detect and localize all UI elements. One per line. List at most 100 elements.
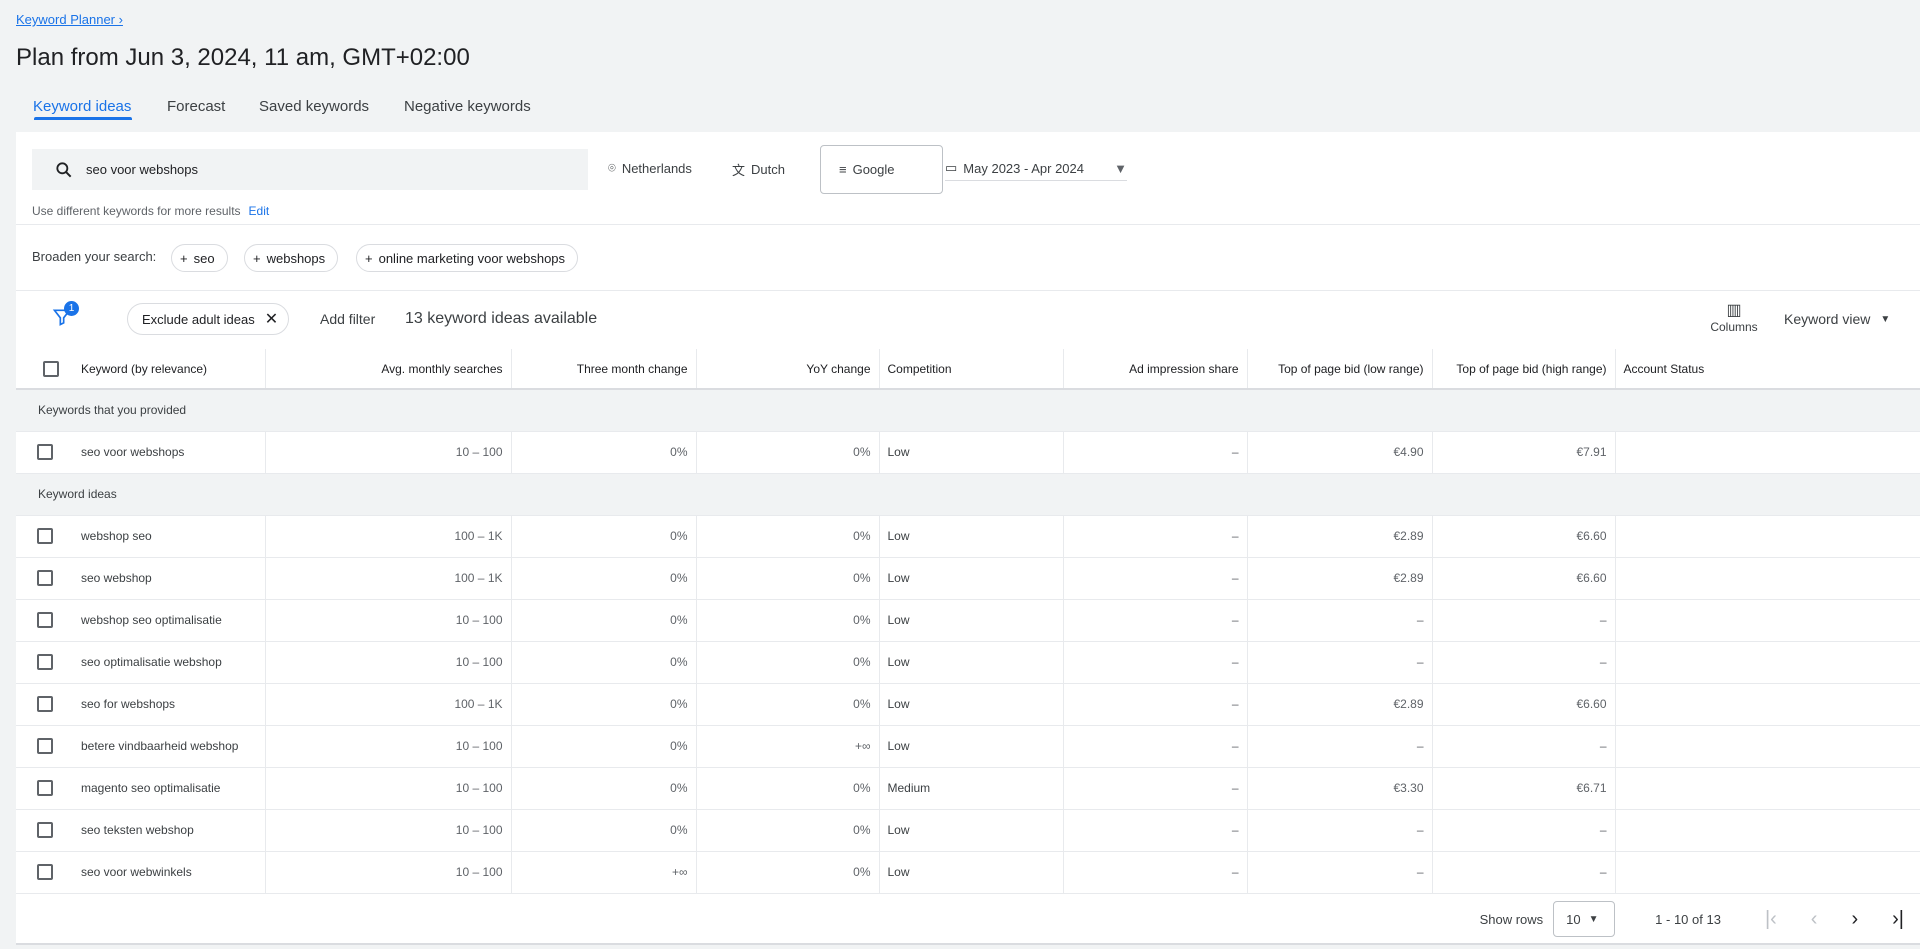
cell-three-month-change: 0% xyxy=(510,725,696,768)
cell-competition: Low xyxy=(878,557,1063,600)
table-row[interactable]: webshop seo 100 – 1K 0% 0% Low – €2.89 €6.60 xyxy=(16,515,1920,558)
next-page-icon[interactable]: › xyxy=(1851,908,1858,931)
col-ad-impression[interactable]: Ad impression share xyxy=(1062,349,1247,390)
dropdown-arrow-icon: ▼ xyxy=(1114,160,1127,176)
row-checkbox[interactable] xyxy=(16,767,73,810)
row-checkbox[interactable] xyxy=(16,809,73,852)
group-row: Keyword ideas xyxy=(16,473,1920,516)
cell-bid-low: – xyxy=(1246,809,1432,852)
broaden-chip[interactable]: + webshops xyxy=(244,244,339,272)
row-checkbox[interactable] xyxy=(16,431,73,474)
tab-keyword-ideas[interactable]: Keyword ideas xyxy=(33,98,131,115)
close-icon[interactable]: ✕ xyxy=(265,309,278,329)
cell-three-month-change: 0% xyxy=(510,683,696,726)
add-filter-button[interactable]: Add filter xyxy=(320,311,375,327)
col-account-status[interactable]: Account Status xyxy=(1614,349,1920,390)
plus-icon: + xyxy=(180,250,188,266)
cell-ad-impression-share: – xyxy=(1062,641,1247,684)
cell-bid-low: – xyxy=(1246,725,1432,768)
cell-three-month-change: 0% xyxy=(510,767,696,810)
hint-text: Use different keywords for more results xyxy=(32,204,241,218)
table-row[interactable]: betere vindbaarheid webshop 10 – 100 0% +∞ L… xyxy=(16,725,1920,768)
network-selector[interactable]: ≡ Google xyxy=(820,145,943,194)
show-rows-label: Show rows xyxy=(1479,911,1544,927)
cell-avg-searches: 100 – 1K xyxy=(264,557,511,600)
col-bid-high[interactable]: Top of page bid (high range) xyxy=(1431,349,1615,390)
broaden-chip[interactable]: + seo xyxy=(171,244,228,272)
plus-icon: + xyxy=(253,250,261,266)
table-row[interactable]: seo for webshops 100 – 1K 0% 0% Low – €2.89 €6.… xyxy=(16,683,1920,726)
exclude-adult-chip[interactable]: Exclude adult ideas ✕ xyxy=(127,303,290,335)
cell-avg-searches: 10 – 100 xyxy=(264,599,511,642)
row-checkbox[interactable] xyxy=(16,515,73,558)
language-selector[interactable]: 文 Dutch xyxy=(732,160,785,179)
first-page-icon[interactable]: |‹ xyxy=(1765,908,1777,931)
date-range-selector[interactable]: ▭ May 2023 - Apr 2024 ▼ xyxy=(945,160,1127,181)
table-header: Keyword (by relevance) Avg. monthly sear… xyxy=(16,349,1920,390)
dropdown-arrow-icon: ▼ xyxy=(1880,313,1891,325)
col-bid-low[interactable]: Top of page bid (low range) xyxy=(1246,349,1432,390)
col-yoy[interactable]: YoY change xyxy=(695,349,879,390)
active-tab-indicator xyxy=(34,117,132,120)
row-checkbox[interactable] xyxy=(16,599,73,642)
col-competition[interactable]: Competition xyxy=(878,349,1063,390)
cell-competition: Low xyxy=(878,809,1063,852)
row-checkbox[interactable] xyxy=(16,725,73,768)
breadcrumb-link[interactable]: Keyword Planner xyxy=(16,12,115,27)
table-row[interactable]: seo optimalisatie webshop 10 – 100 0% 0% Low… xyxy=(16,641,1920,684)
table-row[interactable]: magento seo optimalisatie 10 – 100 0% 0% Med… xyxy=(16,767,1920,810)
last-page-icon[interactable]: ›| xyxy=(1892,908,1904,931)
broaden-label: Broaden your search: xyxy=(32,249,157,264)
tab-negative-keywords[interactable]: Negative keywords xyxy=(404,98,531,115)
cell-three-month-change: 0% xyxy=(510,431,696,474)
cell-avg-searches: 10 – 100 xyxy=(264,809,511,852)
location-selector[interactable]: ⌾ Netherlands xyxy=(608,160,692,176)
table-row[interactable]: webshop seo optimalisatie 10 – 100 0% 0% Low… xyxy=(16,599,1920,642)
cell-bid-low: €4.90 xyxy=(1246,431,1432,474)
broaden-chip[interactable]: + online marketing voor webshops xyxy=(356,244,579,272)
cell-yoy-change: 0% xyxy=(695,683,879,726)
group-label: Keyword ideas xyxy=(16,473,1920,516)
previous-page-icon[interactable]: ‹ xyxy=(1811,908,1818,931)
cell-competition: Low xyxy=(878,599,1063,642)
col-three-month[interactable]: Three month change xyxy=(510,349,696,390)
row-checkbox[interactable] xyxy=(16,683,73,726)
columns-button[interactable]: ▥ Columns xyxy=(1706,300,1762,334)
cell-ad-impression-share: – xyxy=(1062,557,1247,600)
location-label: Netherlands xyxy=(621,160,692,176)
cell-ad-impression-share: – xyxy=(1062,851,1247,894)
cell-competition: Low xyxy=(878,431,1063,474)
row-checkbox[interactable] xyxy=(16,851,73,894)
cell-bid-high: €7.91 xyxy=(1431,431,1615,474)
col-avg-monthly[interactable]: Avg. monthly searches xyxy=(264,349,511,390)
cell-avg-searches: 100 – 1K xyxy=(264,683,511,726)
plus-icon: + xyxy=(365,250,373,266)
tab-forecast[interactable]: Forecast xyxy=(167,98,225,115)
cell-account-status xyxy=(1614,515,1920,558)
search-input[interactable]: seo voor webshops xyxy=(32,149,588,190)
table-row[interactable]: seo voor webshops 10 – 100 0% 0% Low – €4.90 €7… xyxy=(16,431,1920,474)
select-all-checkbox[interactable] xyxy=(16,349,73,390)
search-hint: Use different keywords for more results E… xyxy=(32,204,269,218)
calendar-icon: ▭ xyxy=(945,160,958,175)
cell-ad-impression-share: – xyxy=(1062,683,1247,726)
row-checkbox[interactable] xyxy=(16,557,73,600)
cell-yoy-change: 0% xyxy=(695,767,879,810)
breadcrumb[interactable]: Keyword Planner › xyxy=(16,12,123,27)
page-title: Plan from Jun 3, 2024, 11 am, GMT+02:00 xyxy=(16,44,470,71)
rows-per-page-select[interactable]: 10 ▼ xyxy=(1553,901,1616,937)
row-checkbox[interactable] xyxy=(16,641,73,684)
cell-ad-impression-share: – xyxy=(1062,431,1247,474)
table-row[interactable]: seo webshop 100 – 1K 0% 0% Low – €2.89 €6.60 xyxy=(16,557,1920,600)
edit-link[interactable]: Edit xyxy=(249,204,270,218)
cell-bid-high: €6.71 xyxy=(1431,767,1615,810)
table-row[interactable]: seo teksten webshop 10 – 100 0% 0% Low – – – xyxy=(16,809,1920,852)
cell-avg-searches: 10 – 100 xyxy=(264,431,511,474)
col-keyword[interactable]: Keyword (by relevance) xyxy=(73,349,265,390)
filter-count-badge: 1 xyxy=(64,301,79,316)
cell-keyword: seo optimalisatie webshop xyxy=(73,641,265,684)
table-row[interactable]: seo voor webwinkels 10 – 100 +∞ 0% Low – – – xyxy=(16,851,1920,894)
keyword-view-dropdown[interactable]: Keyword view ▼ xyxy=(1784,311,1890,327)
cell-competition: Medium xyxy=(878,767,1063,810)
tab-saved-keywords[interactable]: Saved keywords xyxy=(259,98,369,115)
